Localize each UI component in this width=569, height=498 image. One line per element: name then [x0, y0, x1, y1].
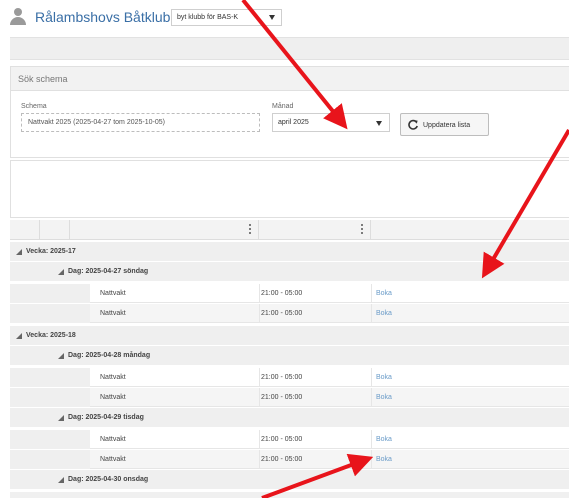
task-cell: Nattvakt: [100, 394, 126, 401]
day-label: Dag: 2025-04-28 måndag: [68, 352, 151, 359]
table-row: Nattvakt 21:00 - 05:00 Boka: [10, 368, 569, 387]
club-switch-select[interactable]: byt klubb för BAS-K: [171, 9, 282, 26]
time-cell: 21:00 - 05:00: [261, 436, 303, 443]
collapse-icon[interactable]: [58, 269, 64, 275]
grid-header: [10, 220, 569, 240]
time-cell: 21:00 - 05:00: [261, 374, 303, 381]
grid-header-col: [259, 220, 371, 240]
search-panel-title: Sök schema: [11, 67, 569, 91]
grid-header-col: [40, 220, 70, 240]
book-link[interactable]: Boka: [376, 310, 392, 317]
task-cell: Nattvakt: [100, 374, 126, 381]
collapse-icon[interactable]: [58, 353, 64, 359]
club-name: Rålambshovs Båtklubb: [35, 9, 179, 25]
month-select[interactable]: april 2025: [272, 113, 390, 132]
time-cell: 21:00 - 05:00: [261, 394, 303, 401]
collapse-icon[interactable]: [58, 415, 64, 421]
day-group-row[interactable]: Dag: 2025-04-28 måndag: [10, 346, 569, 365]
column-menu-icon[interactable]: [360, 224, 364, 236]
book-link[interactable]: Boka: [376, 290, 392, 297]
month-value: april 2025: [278, 119, 309, 126]
table-row: Nattvakt 21:00 - 05:00 Boka: [10, 304, 569, 323]
table-row: Nattvakt 21:00 - 05:00 Boka: [10, 284, 569, 303]
day-group-row[interactable]: Dag: 2025-04-29 tisdag: [10, 408, 569, 427]
toolbar-band: [10, 37, 569, 60]
schema-label: Schema: [21, 103, 47, 110]
week-label: Vecka: 2025-18: [26, 332, 76, 339]
search-panel: Sök schema Schema Nattvakt 2025 (2025-04…: [10, 66, 569, 158]
chevron-down-icon: [269, 15, 275, 20]
grid-header-col: [10, 220, 40, 240]
book-link[interactable]: Boka: [376, 456, 392, 463]
task-cell: Nattvakt: [100, 310, 126, 317]
info-panel: [10, 160, 569, 218]
app-header: Rålambshovs Båtklubb byt klubb för BAS-K: [0, 0, 569, 36]
collapse-icon[interactable]: [16, 249, 22, 255]
refresh-icon: [408, 119, 418, 130]
day-label: Dag: 2025-04-29 tisdag: [68, 414, 144, 421]
time-cell: 21:00 - 05:00: [261, 290, 303, 297]
collapse-icon[interactable]: [58, 477, 64, 483]
week-label: Vecka: 2025-17: [26, 248, 76, 255]
user-icon[interactable]: [10, 8, 26, 26]
week-group-row[interactable]: Vecka: 2025-17: [10, 242, 569, 261]
week-group-row[interactable]: Vecka: 2025-18: [10, 326, 569, 345]
update-list-label: Uppdatera lista: [423, 122, 471, 129]
club-switch-label: byt klubb för BAS-K: [177, 14, 239, 21]
column-menu-icon[interactable]: [248, 224, 252, 236]
collapse-icon[interactable]: [16, 333, 22, 339]
day-group-row[interactable]: Dag: 2025-04-27 söndag: [10, 262, 569, 281]
day-group-row[interactable]: Dag: 2025-04-30 onsdag: [10, 470, 569, 489]
task-cell: Nattvakt: [100, 290, 126, 297]
task-cell: Nattvakt: [100, 436, 126, 443]
day-label: Dag: 2025-04-30 onsdag: [68, 476, 149, 483]
table-row: Nattvakt 21:00 - 05:00 Boka: [10, 430, 569, 449]
book-link[interactable]: Boka: [376, 394, 392, 401]
book-link[interactable]: Boka: [376, 374, 392, 381]
time-cell: 21:00 - 05:00: [261, 310, 303, 317]
day-label: Dag: 2025-04-27 söndag: [68, 268, 149, 275]
month-label: Månad: [272, 103, 294, 110]
update-list-button[interactable]: Uppdatera lista: [400, 113, 489, 136]
grid-header-col: [70, 220, 259, 240]
schema-field[interactable]: Nattvakt 2025 (2025-04-27 tom 2025-10-05…: [21, 113, 260, 132]
time-cell: 21:00 - 05:00: [261, 456, 303, 463]
schedule-grid: Vecka: 2025-17 Dag: 2025-04-27 söndag Na…: [10, 220, 569, 498]
table-row: Nattvakt 21:00 - 05:00 Boka: [10, 450, 569, 469]
table-row: Nattvakt 21:00 - 05:00 Boka: [10, 388, 569, 407]
chevron-down-icon: [376, 121, 382, 126]
task-cell: Nattvakt: [100, 456, 126, 463]
grid-footer: [10, 492, 569, 498]
book-link[interactable]: Boka: [376, 436, 392, 443]
